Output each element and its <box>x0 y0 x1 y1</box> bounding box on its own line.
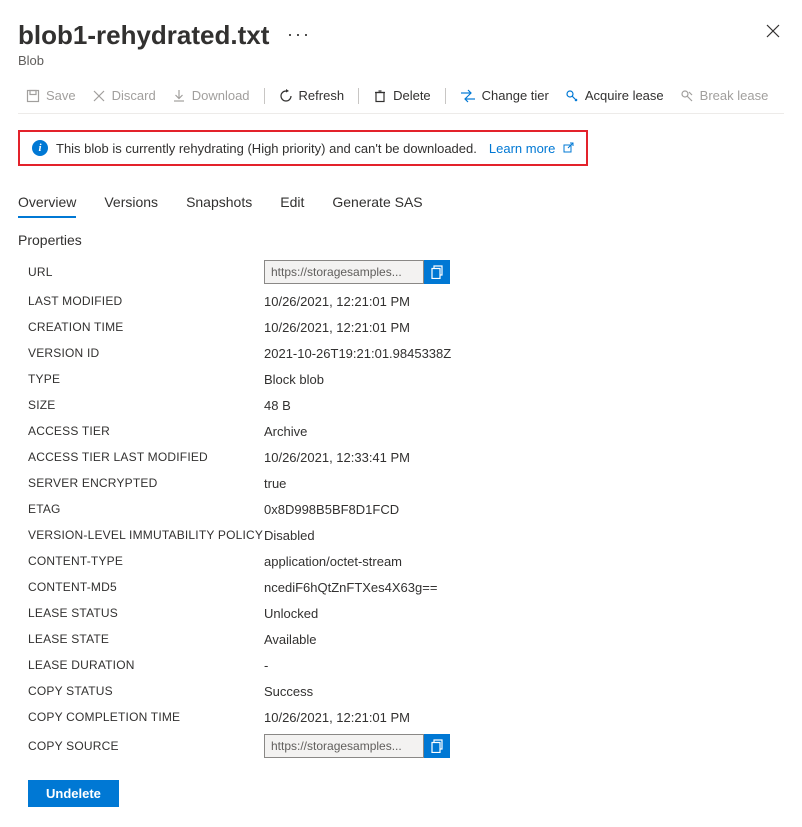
refresh-icon <box>279 89 293 103</box>
prop-lease-duration-label: LEASE DURATION <box>18 658 264 672</box>
prop-version-id-label: VERSION ID <box>18 346 264 360</box>
prop-lease-duration-value: - <box>264 658 268 673</box>
prop-access-tier-label: ACCESS TIER <box>18 424 264 438</box>
change-tier-button[interactable]: Change tier <box>452 86 557 105</box>
copy-icon <box>431 265 444 279</box>
prop-etag-label: ETAG <box>18 502 264 516</box>
url-value[interactable]: https://storagesamples... <box>264 260 424 284</box>
tab-versions[interactable]: Versions <box>104 188 158 218</box>
copy-source-value[interactable]: https://storagesamples... <box>264 734 424 758</box>
prop-content-md5-label: CONTENT-MD5 <box>18 580 264 594</box>
save-button: Save <box>18 86 84 105</box>
prop-content-type-label: CONTENT-TYPE <box>18 554 264 568</box>
prop-lease-state-label: LEASE STATE <box>18 632 264 646</box>
prop-creation-time-value: 10/26/2021, 12:21:01 PM <box>264 320 410 335</box>
more-icon[interactable]: ··· <box>287 25 311 43</box>
prop-content-type-value: application/octet-stream <box>264 554 402 569</box>
prop-copy-source-label: COPY SOURCE <box>18 739 264 753</box>
prop-access-tier-value: Archive <box>264 424 307 439</box>
learn-more-link[interactable]: Learn more <box>489 141 555 156</box>
tab-overview[interactable]: Overview <box>18 188 76 218</box>
prop-url-label: URL <box>18 265 264 279</box>
external-link-icon <box>563 141 574 156</box>
prop-copy-completion-label: COPY COMPLETION TIME <box>18 710 264 724</box>
toolbar: Save Discard Download Refresh Delete Cha… <box>18 86 784 114</box>
prop-type-value: Block blob <box>264 372 324 387</box>
tab-generate-sas[interactable]: Generate SAS <box>332 188 422 218</box>
save-icon <box>26 89 40 103</box>
tabs: Overview Versions Snapshots Edit Generat… <box>18 188 784 218</box>
change-tier-icon <box>460 89 476 103</box>
copy-source-button[interactable] <box>424 734 450 758</box>
acquire-lease-icon <box>565 89 579 103</box>
properties-heading: Properties <box>18 232 784 248</box>
close-icon <box>766 24 780 38</box>
prop-creation-time-label: CREATION TIME <box>18 320 264 334</box>
delete-icon <box>373 89 387 103</box>
undelete-button[interactable]: Undelete <box>28 780 119 807</box>
prop-atlm-value: 10/26/2021, 12:33:41 PM <box>264 450 410 465</box>
prop-lease-status-value: Unlocked <box>264 606 318 621</box>
info-icon: i <box>32 140 48 156</box>
prop-lease-state-value: Available <box>264 632 317 647</box>
prop-lease-status-label: LEASE STATUS <box>18 606 264 620</box>
discard-icon <box>92 89 106 103</box>
discard-button: Discard <box>84 86 164 105</box>
prop-size-label: SIZE <box>18 398 264 412</box>
delete-button[interactable]: Delete <box>365 86 439 105</box>
prop-size-value: 48 B <box>264 398 291 413</box>
download-button: Download <box>164 86 258 105</box>
properties-grid: URL https://storagesamples... LAST MODIF… <box>18 256 784 762</box>
prop-server-encrypted-value: true <box>264 476 286 491</box>
break-lease-icon <box>680 89 694 103</box>
prop-content-md5-value: ncediF6hQtZnFTXes4X63g== <box>264 580 437 595</box>
tab-edit[interactable]: Edit <box>280 188 304 218</box>
prop-last-modified-value: 10/26/2021, 12:21:01 PM <box>264 294 410 309</box>
prop-immutability-label: VERSION-LEVEL IMMUTABILITY POLICY <box>18 528 264 542</box>
banner-text: This blob is currently rehydrating (High… <box>56 141 477 156</box>
page-title: blob1-rehydrated.txt <box>18 20 269 51</box>
copy-url-button[interactable] <box>424 260 450 284</box>
prop-immutability-value: Disabled <box>264 528 315 543</box>
refresh-button[interactable]: Refresh <box>271 86 353 105</box>
prop-server-encrypted-label: SERVER ENCRYPTED <box>18 476 264 490</box>
info-banner-highlight: i This blob is currently rehydrating (Hi… <box>18 130 588 166</box>
prop-etag-value: 0x8D998B5BF8D1FCD <box>264 502 399 517</box>
info-banner: i This blob is currently rehydrating (Hi… <box>24 136 582 160</box>
page-subtitle: Blob <box>18 53 762 68</box>
prop-copy-status-label: COPY STATUS <box>18 684 264 698</box>
prop-copy-completion-value: 10/26/2021, 12:21:01 PM <box>264 710 410 725</box>
prop-last-modified-label: LAST MODIFIED <box>18 294 264 308</box>
close-button[interactable] <box>762 20 784 45</box>
download-icon <box>172 89 186 103</box>
break-lease-button: Break lease <box>672 86 777 105</box>
tab-snapshots[interactable]: Snapshots <box>186 188 252 218</box>
copy-icon <box>431 739 444 753</box>
prop-atlm-label: ACCESS TIER LAST MODIFIED <box>18 450 264 464</box>
prop-version-id-value: 2021-10-26T19:21:01.9845338Z <box>264 346 451 361</box>
prop-copy-status-value: Success <box>264 684 313 699</box>
prop-type-label: TYPE <box>18 372 264 386</box>
acquire-lease-button[interactable]: Acquire lease <box>557 86 672 105</box>
